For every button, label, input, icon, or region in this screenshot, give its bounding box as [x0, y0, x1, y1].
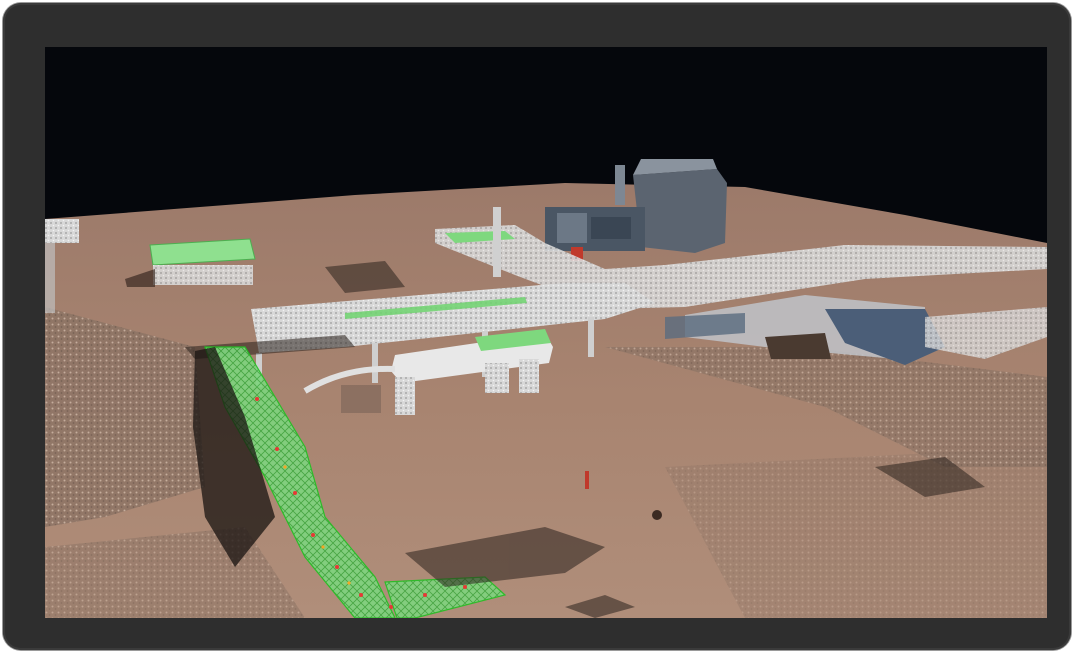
point-cloud-scene[interactable] [45, 47, 1047, 618]
tablet-frame [3, 3, 1071, 650]
point-cloud-viewport[interactable] [45, 47, 1047, 618]
